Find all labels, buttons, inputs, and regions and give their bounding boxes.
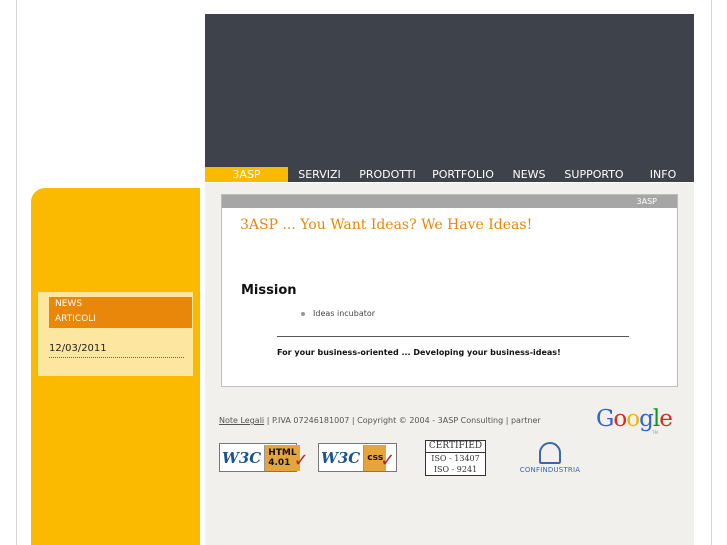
confindustria-emblem-icon	[539, 442, 561, 464]
google-logo[interactable]: Google	[596, 406, 673, 432]
tab-portfolio[interactable]: PORTFOLIO	[424, 167, 502, 182]
tab-news[interactable]: NEWS	[502, 167, 556, 182]
confindustria-logo[interactable]: CONFINDUSTRIA	[516, 442, 584, 478]
tagline: For your business-oriented ... Developin…	[277, 348, 561, 357]
google-wordmark: Google	[596, 406, 673, 432]
content-card: 3ASP 3ASP ... You Want Ideas? We Have Id…	[221, 194, 678, 387]
google-letter: o	[613, 406, 627, 432]
legal-info: | P.IVA 07246181007 | Copyright © 2004 -…	[264, 416, 541, 425]
header-banner	[205, 14, 694, 167]
w3c-html-line2: 4.01	[268, 457, 291, 468]
w3c-html-line1: HTML	[268, 447, 297, 458]
footer-text: Note Legali | P.IVA 07246181007 | Copyri…	[219, 416, 541, 425]
page-frame-right	[711, 0, 712, 545]
tab-3asp[interactable]: 3ASP	[205, 167, 288, 182]
section-title: Mission	[241, 283, 297, 298]
confindustria-wordmark: CONFINDUSTRIA	[519, 466, 581, 474]
google-trademark: TM	[652, 430, 658, 435]
w3c-css-badge[interactable]: W3C css ✓	[318, 443, 397, 472]
w3c-logo: W3C	[222, 448, 262, 467]
w3c-html-badge[interactable]: W3C HTML 4.01 ✓	[219, 443, 309, 472]
divider	[277, 336, 629, 337]
breadcrumb: 3ASP	[636, 197, 657, 206]
cert-iso-9241: ISO - 9241	[433, 465, 478, 474]
cert-title: CERTIFIED	[426, 441, 485, 453]
w3c-logo: W3C	[321, 448, 361, 467]
tab-supporto[interactable]: SUPPORTO	[556, 167, 632, 182]
sidebar-item-articoli[interactable]: ARTICOLI	[49, 312, 192, 327]
google-letter: G	[596, 406, 614, 432]
page-frame-left	[16, 0, 17, 545]
checkmark-icon: ✓	[380, 450, 396, 471]
cert-iso-13407: ISO - 13407	[431, 454, 480, 463]
news-date[interactable]: 12/03/2011	[49, 343, 184, 358]
bullet-icon	[301, 311, 305, 316]
card-title-bar: 3ASP	[222, 195, 677, 208]
page-headline: 3ASP ... You Want Ideas? We Have Ideas!	[240, 217, 533, 233]
tab-servizi[interactable]: SERVIZI	[288, 167, 351, 182]
legal-link[interactable]: Note Legali	[219, 416, 264, 425]
main-nav: 3ASP SERVIZI PRODOTTI PORTFOLIO NEWS SUP…	[205, 167, 694, 182]
list-item: Ideas incubator	[301, 309, 375, 318]
google-letter: g	[639, 406, 654, 432]
google-letter: e	[659, 406, 673, 432]
sidebar-item-news[interactable]: NEWS	[49, 297, 192, 312]
google-letter: o	[626, 406, 640, 432]
sidebar-menu: NEWS ARTICOLI	[49, 297, 192, 328]
tab-info[interactable]: INFO	[632, 167, 694, 182]
checkmark-icon: ✓	[293, 450, 309, 471]
list-item-label: Ideas incubator	[313, 309, 376, 318]
tab-prodotti[interactable]: PRODOTTI	[351, 167, 424, 182]
iso-certified-badge[interactable]: CERTIFIED ISO - 13407 ISO - 9241	[425, 440, 486, 476]
